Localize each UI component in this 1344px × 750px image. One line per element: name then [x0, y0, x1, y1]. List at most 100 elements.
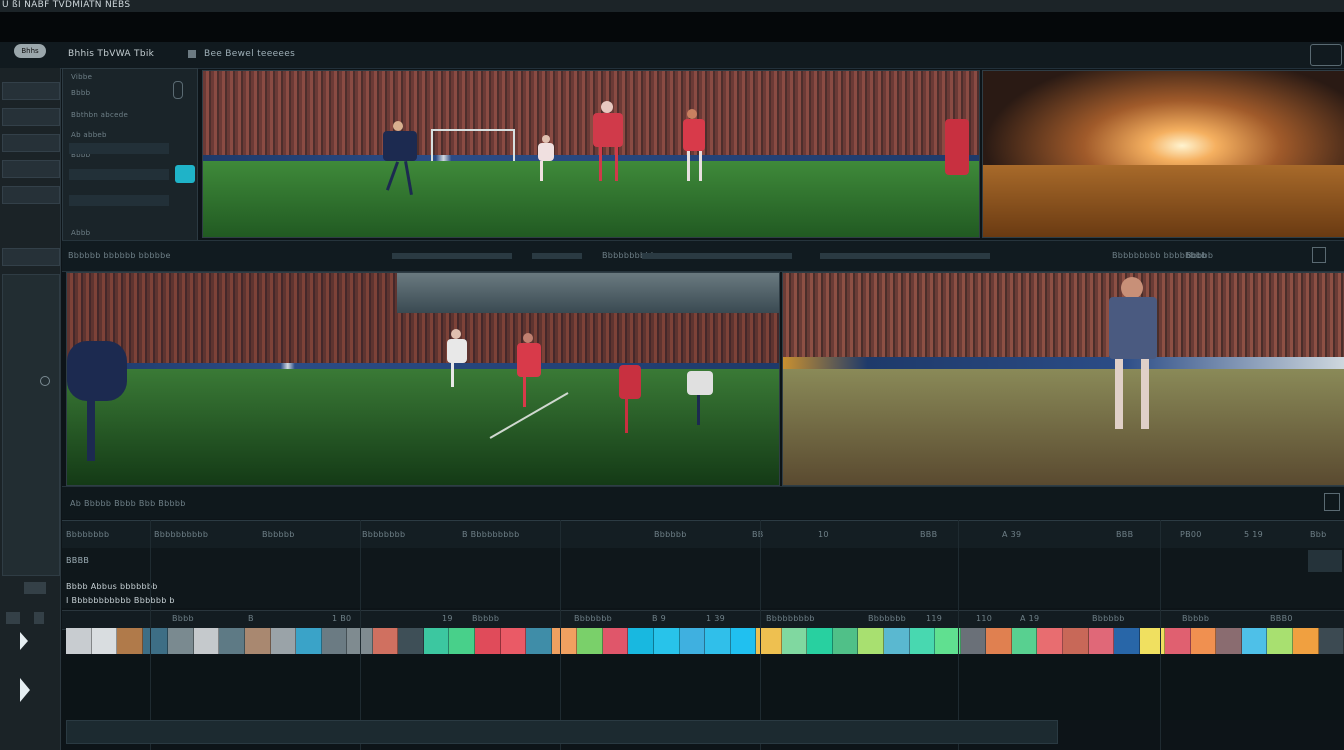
- timeline-clip[interactable]: [1114, 628, 1140, 654]
- sidebar-button[interactable]: [34, 612, 44, 624]
- timeline-clip[interactable]: [679, 628, 706, 654]
- pitch-image: [67, 369, 779, 485]
- timeline-clip[interactable]: [142, 628, 169, 654]
- sidebar-item[interactable]: [2, 160, 60, 178]
- timeline-column[interactable]: Bbbbbb: [654, 530, 687, 539]
- timeline-clip[interactable]: [1037, 628, 1063, 654]
- timeline-clip[interactable]: [1318, 628, 1344, 654]
- timeline-clip[interactable]: [551, 628, 578, 654]
- accent-toggle[interactable]: [175, 165, 195, 183]
- timeline-clip[interactable]: [1190, 628, 1217, 654]
- timeline-clip[interactable]: [1139, 628, 1166, 654]
- timeline-clip[interactable]: [1241, 628, 1268, 654]
- timeline-clip[interactable]: [526, 628, 552, 654]
- timeline-clip[interactable]: [1011, 628, 1038, 654]
- timeline-column[interactable]: PB00: [1180, 530, 1202, 539]
- sidebar-item[interactable]: [2, 108, 60, 126]
- scrub-bar[interactable]: [532, 253, 582, 259]
- timeline-clip[interactable]: [858, 628, 884, 654]
- scrub-bar[interactable]: [820, 253, 990, 259]
- viewer-flare[interactable]: [982, 70, 1344, 238]
- timeline-clip[interactable]: [653, 628, 680, 654]
- timeline-clip[interactable]: [244, 628, 271, 654]
- timeline-column[interactable]: BBB: [1116, 530, 1133, 539]
- window-controls[interactable]: [1310, 44, 1342, 66]
- scroll-handle[interactable]: [173, 81, 183, 99]
- timeline-column[interactable]: Bbbbbbbb: [362, 530, 405, 539]
- sidebar-item[interactable]: [2, 248, 60, 266]
- sidebar-button[interactable]: [24, 582, 46, 594]
- play-icon[interactable]: [20, 632, 28, 650]
- timeline-clip[interactable]: [117, 628, 143, 654]
- timeline-column[interactable]: B Bbbbbbbbb: [462, 530, 519, 539]
- timeline-clip[interactable]: [884, 628, 910, 654]
- timeline-clip[interactable]: [577, 628, 603, 654]
- play-icon[interactable]: [20, 678, 30, 702]
- timeline-track-area[interactable]: [62, 656, 1344, 720]
- timeline-clip[interactable]: [960, 628, 987, 654]
- sidebar-item[interactable]: [2, 82, 60, 100]
- timeline-clip[interactable]: [602, 628, 629, 654]
- timeline-clip[interactable]: [193, 628, 220, 654]
- menu-label[interactable]: Bee Bewel teeeees: [204, 49, 295, 59]
- scrub-bar[interactable]: [392, 253, 512, 259]
- timeline-scrollbar[interactable]: [66, 720, 1058, 744]
- timeline-column[interactable]: Bbbbbb: [262, 530, 295, 539]
- timeline-clip[interactable]: [1165, 628, 1191, 654]
- timeline-clip[interactable]: [1267, 628, 1293, 654]
- timeline-clip[interactable]: [705, 628, 731, 654]
- grid-line: [150, 520, 151, 750]
- panel-field[interactable]: [69, 195, 169, 206]
- timeline-clip[interactable]: [66, 628, 92, 654]
- timeline-column[interactable]: 5 19: [1244, 530, 1263, 539]
- timeline-column[interactable]: BBB: [920, 530, 937, 539]
- timeline-clip[interactable]: [296, 628, 322, 654]
- timeline-clip[interactable]: [270, 628, 297, 654]
- timeline-column[interactable]: A 39: [1002, 530, 1021, 539]
- timeline-clip[interactable]: [475, 628, 501, 654]
- timeline-clip[interactable]: [909, 628, 936, 654]
- sidebar-item[interactable]: [2, 134, 60, 152]
- sidebar-button[interactable]: [6, 612, 20, 624]
- panel-row-label: Vibbe: [71, 73, 93, 81]
- timeline-column[interactable]: Bbb: [1310, 530, 1327, 539]
- timeline-clip[interactable]: [372, 628, 399, 654]
- timeline-clip[interactable]: [1088, 628, 1115, 654]
- knob-icon[interactable]: [40, 376, 50, 386]
- timeline-clip[interactable]: [628, 628, 654, 654]
- timeline-clip[interactable]: [832, 628, 859, 654]
- timeline-clip[interactable]: [730, 628, 757, 654]
- panel-field[interactable]: [69, 169, 169, 180]
- timeline-clip[interactable]: [1062, 628, 1089, 654]
- timeline-clip[interactable]: [807, 628, 833, 654]
- timeline-clip[interactable]: [781, 628, 808, 654]
- timeline-clip[interactable]: [321, 628, 348, 654]
- viewer-main[interactable]: [202, 70, 980, 238]
- timeline-clip[interactable]: [423, 628, 450, 654]
- timeline-clip[interactable]: [1293, 628, 1319, 654]
- timeline-clip[interactable]: [500, 628, 527, 654]
- clip-strip[interactable]: [66, 628, 1344, 654]
- track-button[interactable]: [1308, 550, 1342, 572]
- sidebar-item[interactable]: [2, 186, 60, 204]
- timeline-column[interactable]: 10: [818, 530, 829, 539]
- viewer-option-button[interactable]: [1312, 247, 1326, 263]
- timeline-clip[interactable]: [219, 628, 245, 654]
- timeline-clip[interactable]: [935, 628, 961, 654]
- timeline-clip[interactable]: [1216, 628, 1242, 654]
- timeline-column[interactable]: Bbbbbbbbbb: [154, 530, 208, 539]
- scrub-bar[interactable]: [642, 253, 792, 259]
- panel-field[interactable]: [69, 143, 169, 154]
- menu-icon[interactable]: [1324, 493, 1340, 511]
- timeline-clip[interactable]: [91, 628, 118, 654]
- timeline-column[interactable]: BB: [752, 530, 764, 539]
- viewer-wide[interactable]: [66, 272, 780, 486]
- timeline-clip[interactable]: [168, 628, 194, 654]
- timeline-clip[interactable]: [398, 628, 424, 654]
- square-icon[interactable]: [188, 50, 196, 58]
- project-label[interactable]: Bhhis TbVWA Tbik: [68, 49, 154, 59]
- viewer-closeup[interactable]: [782, 272, 1344, 486]
- timeline-column[interactable]: Bbbbbbbb: [66, 530, 109, 539]
- timeline-clip[interactable]: [449, 628, 475, 654]
- timeline-clip[interactable]: [986, 628, 1012, 654]
